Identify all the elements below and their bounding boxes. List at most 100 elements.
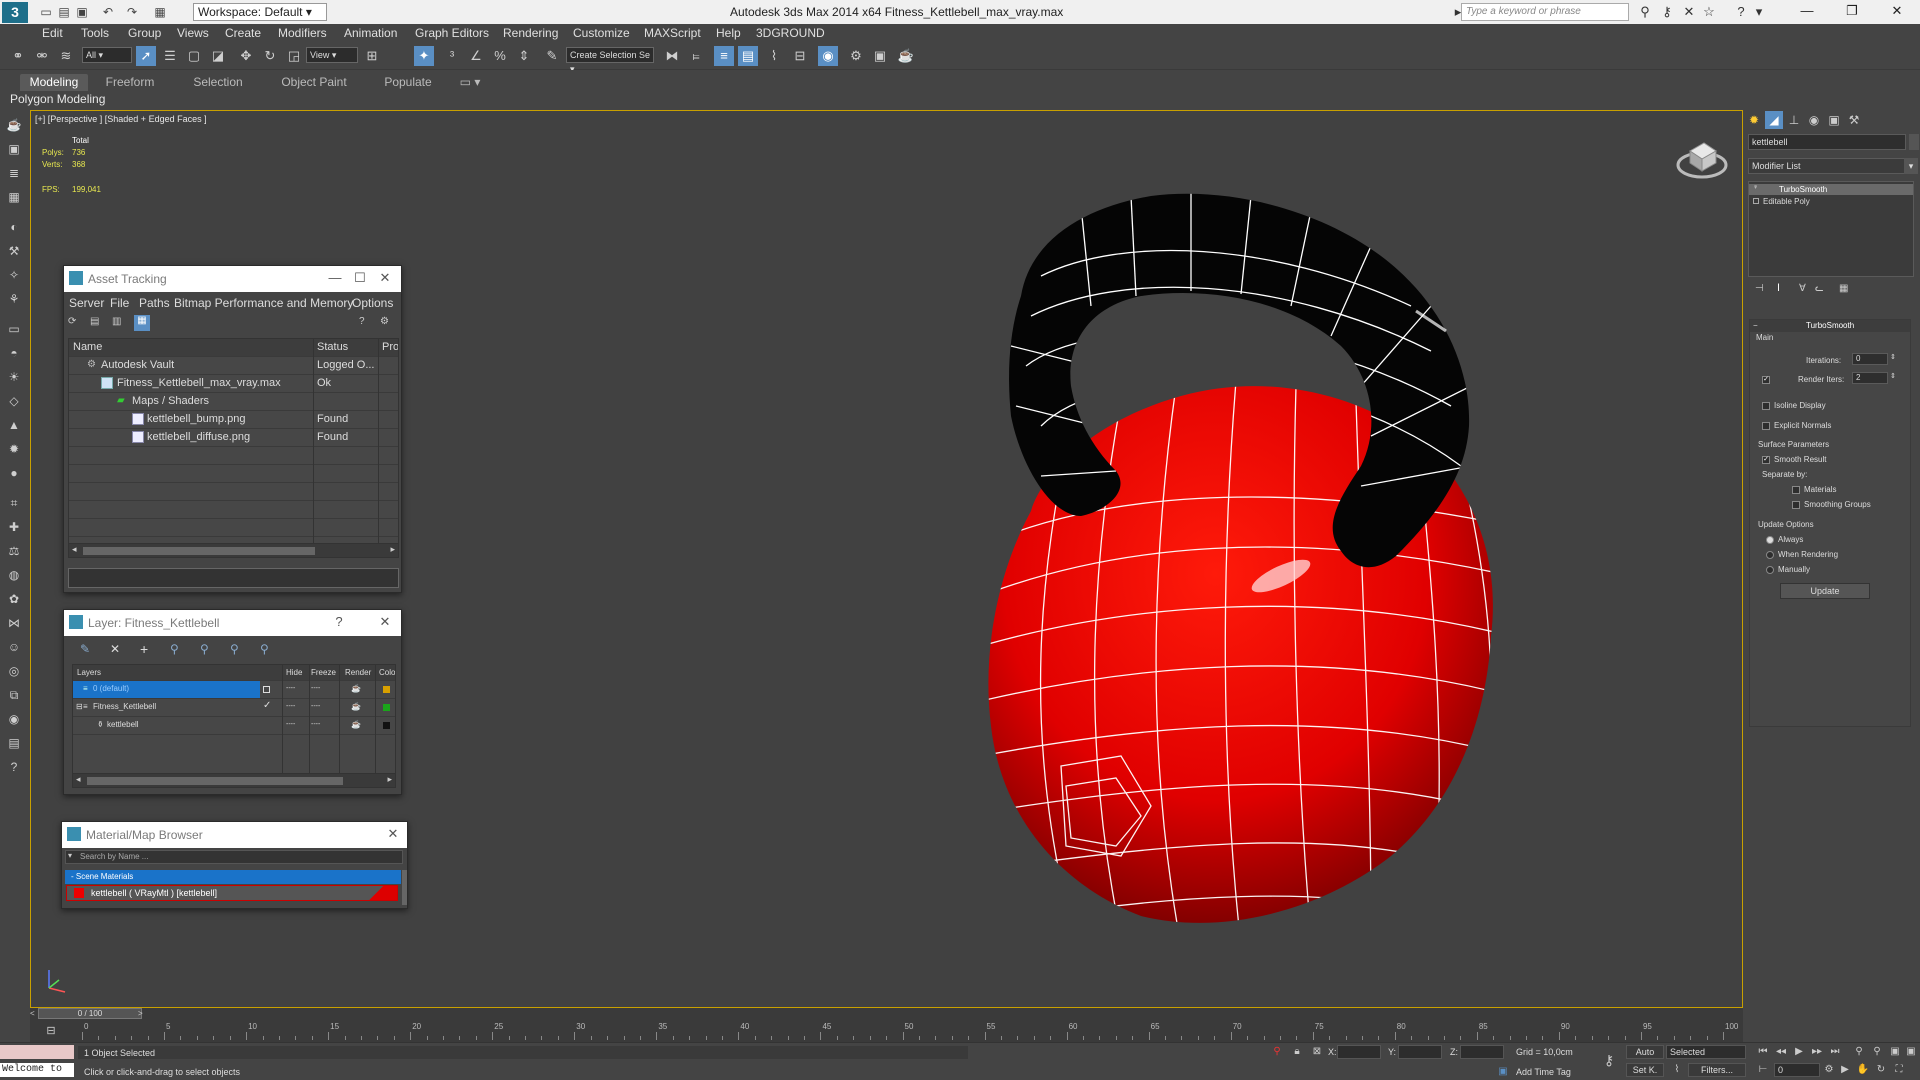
subscription-icon[interactable]: ⚷	[1658, 3, 1676, 21]
asset-horizontal-scrollbar[interactable]: ◂ ▸	[69, 543, 398, 557]
render-iters-checkbox[interactable]: ✓	[1762, 376, 1770, 384]
layer-row-hide[interactable]: ----	[286, 721, 295, 728]
asset-refresh-icon[interactable]: ⟳	[68, 316, 82, 330]
modifier-list-arrow-icon[interactable]: ▾	[1904, 158, 1918, 174]
help-icon[interactable]: ?	[1732, 3, 1750, 21]
project-folder-icon[interactable]: ▦	[152, 4, 168, 20]
layer-manager-icon[interactable]: ≡	[714, 46, 734, 66]
isoline-display-checkbox[interactable]	[1762, 402, 1770, 410]
restore-button[interactable]: ❐	[1830, 0, 1874, 24]
select-manipulate-icon[interactable]: ✦	[414, 46, 434, 66]
table-icon[interactable]: ▦	[5, 188, 23, 206]
time-prev-icon[interactable]: <	[30, 1009, 35, 1018]
bones-icon[interactable]: ⚒	[5, 242, 23, 260]
when-rendering-radio[interactable]	[1766, 551, 1774, 559]
key-filters-button[interactable]: Filters...	[1688, 1063, 1746, 1077]
utilities-panel-icon[interactable]: ⚒	[1845, 111, 1863, 129]
box-icon[interactable]: ▣	[5, 140, 23, 158]
col-color[interactable]: Colo	[379, 668, 395, 677]
table-row[interactable]: ≡ 0 (default) ---- ---- ☕	[73, 681, 395, 699]
table-row[interactable]: ⚱ kettlebell ---- ---- ☕	[73, 717, 395, 735]
play-icon[interactable]: ▶	[1792, 1045, 1806, 1059]
stack-item-editable-poly[interactable]: Editable Poly	[1749, 196, 1913, 207]
footsteps-icon[interactable]: ⚘	[5, 290, 23, 308]
ribbon-options-icon[interactable]: ▭ ▾	[456, 74, 484, 91]
scroll-thumb[interactable]	[87, 777, 343, 785]
viewcube-icon[interactable]	[1674, 129, 1730, 185]
globe-icon[interactable]: ◍	[5, 566, 23, 584]
time-next-icon[interactable]: >	[138, 1009, 143, 1018]
sphere-tool-icon[interactable]: ◐	[5, 218, 23, 236]
modify-panel-icon[interactable]: ◢	[1765, 111, 1783, 129]
layer-hide-all-icon[interactable]: ⚲	[230, 642, 239, 656]
col-status[interactable]: Status	[317, 341, 348, 353]
asset-menu-options[interactable]: Options	[352, 296, 393, 310]
menu-views[interactable]: Views	[177, 26, 209, 40]
monitor-icon[interactable]: ▭	[5, 320, 23, 338]
current-layer-icon[interactable]	[263, 686, 270, 693]
tab-freeform[interactable]: Freeform	[96, 74, 164, 91]
iterations-spinner[interactable]: 0	[1852, 353, 1888, 365]
selection-lock-icon[interactable]: 🔒︎	[1290, 1045, 1304, 1059]
menu-customize[interactable]: Customize	[573, 26, 630, 40]
favorites-star-icon[interactable]: ☆	[1700, 3, 1718, 21]
scroll-left-icon[interactable]: ◂	[76, 774, 81, 785]
layer-color-swatch[interactable]	[383, 704, 390, 711]
table-row[interactable]: kettlebell_diffuse.png Found	[69, 429, 398, 447]
minimize-button[interactable]: —	[1785, 0, 1829, 24]
update-button[interactable]: Update	[1780, 583, 1870, 599]
asset-tracking-titlebar[interactable]: Asset Tracking — ☐ ✕	[64, 266, 401, 292]
menu-modifiers[interactable]: Modifiers	[278, 26, 327, 40]
mirror-icon[interactable]: ⧓	[662, 46, 682, 66]
light-bulb-icon[interactable]: ♀	[1753, 184, 1758, 191]
absolute-mode-icon[interactable]: ⊠	[1310, 1045, 1324, 1059]
teapot-icon[interactable]: ☕	[5, 116, 23, 134]
asset-grid-view-icon[interactable]: ▦	[134, 315, 150, 331]
pan-view-icon[interactable]: ✋	[1856, 1063, 1870, 1077]
asset-menu-server[interactable]: Server	[69, 296, 104, 310]
menu-maxscript[interactable]: MAXScript	[644, 26, 701, 40]
table-row[interactable]: ▰ Maps / Shaders	[69, 393, 398, 411]
layer-row-hide[interactable]: ----	[286, 685, 295, 692]
menu-3dground[interactable]: 3DGROUND	[756, 26, 825, 40]
asset-menu-file[interactable]: File	[110, 296, 129, 310]
material-editor-icon[interactable]: ◉	[818, 46, 838, 66]
z-coord-field[interactable]	[1460, 1045, 1504, 1059]
iterations-spin-arrows-icon[interactable]: ⇕	[1890, 353, 1896, 361]
show-end-result-icon[interactable]: Ⅰ	[1777, 283, 1780, 294]
col-freeze[interactable]: Freeze	[311, 668, 336, 677]
ribbon-subpanel-polygon-modeling[interactable]: Polygon Modeling	[10, 92, 105, 106]
align-icon[interactable]: ⫢	[686, 46, 706, 66]
render-teapot-icon[interactable]: ☕	[351, 684, 361, 693]
workspace-dropdown[interactable]: Workspace: Default ▾	[193, 3, 327, 21]
tab-populate[interactable]: Populate	[374, 74, 442, 91]
render-iters-spin-arrows-icon[interactable]: ⇕	[1890, 372, 1896, 380]
zoom-all-icon[interactable]: ⚲	[1870, 1045, 1884, 1059]
hierarchy-icon[interactable]: ⚖	[5, 542, 23, 560]
time-slider-thumb[interactable]: 0 / 100	[38, 1008, 142, 1019]
save-file-icon[interactable]: ▣	[74, 4, 90, 20]
rendered-frame-window-icon[interactable]: ▣	[870, 46, 890, 66]
previous-frame-icon[interactable]: ◂◂	[1774, 1045, 1788, 1059]
asset-close-button[interactable]: ✕	[374, 269, 396, 287]
key-filter-selection-dropdown[interactable]: Selected	[1666, 1045, 1746, 1059]
rollout-collapse-icon[interactable]: −	[1753, 321, 1758, 330]
asset-help-icon[interactable]: ?	[359, 316, 373, 330]
layer-row-freeze[interactable]: ----	[311, 721, 320, 728]
dome-icon[interactable]: ◓	[5, 344, 23, 362]
col-hide[interactable]: Hide	[286, 668, 302, 677]
open-file-icon[interactable]: ▤	[56, 4, 72, 20]
wire-icon[interactable]: ⋈	[5, 614, 23, 632]
layer-color-swatch[interactable]	[383, 722, 390, 729]
asset-menu-bitmap[interactable]: Bitmap Performance and Memory	[174, 296, 353, 310]
menu-tools[interactable]: Tools	[81, 26, 109, 40]
search-options-icon[interactable]: ▾	[68, 851, 72, 860]
current-layer-check-icon[interactable]: ✓	[263, 700, 271, 711]
orbit-icon[interactable]: ↻	[1874, 1063, 1888, 1077]
time-slider[interactable]: < 0 / 100 >	[30, 1008, 1743, 1020]
asset-list-view-icon[interactable]: ▤	[90, 316, 104, 330]
create-panel-icon[interactable]: ✹	[1745, 111, 1763, 129]
layer-titlebar[interactable]: Layer: Fitness_Kettlebell ? ✕	[64, 610, 401, 636]
set-key-icon[interactable]: ⚷	[1598, 1053, 1620, 1067]
add-time-tag-button[interactable]: Add Time Tag	[1516, 1067, 1571, 1077]
